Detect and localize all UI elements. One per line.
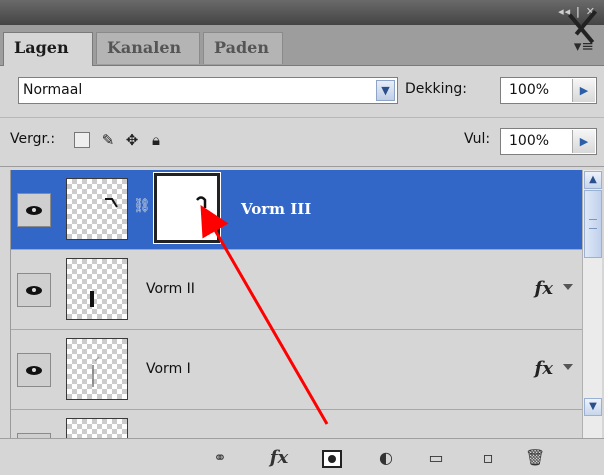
scroll-down-icon[interactable]: ▼ <box>584 398 602 416</box>
fill-field[interactable]: 100% ▶ <box>500 128 597 155</box>
expand-effects-arrow-icon[interactable] <box>563 284 573 290</box>
tab-kanalen[interactable]: Kanalen <box>96 32 200 64</box>
opacity-field[interactable]: 100% ▶ <box>500 77 597 104</box>
vector-mask-thumbnail[interactable] <box>153 172 221 244</box>
expand-effects-arrow-icon[interactable] <box>563 364 573 370</box>
delete-layer-icon[interactable]: 🗑︎ <box>525 448 545 468</box>
tab-lagen[interactable]: Lagen <box>3 32 93 66</box>
lock-position-icon[interactable]: ✥ <box>124 132 140 148</box>
layer-name[interactable]: Vorm II <box>146 281 195 297</box>
visibility-eye-icon[interactable] <box>17 273 51 307</box>
layer-thumbnail[interactable] <box>66 178 128 240</box>
layer-row-vorm-iii[interactable]: ⛓ Vorm III <box>11 170 583 250</box>
opacity-value: 100% <box>509 82 550 98</box>
add-layer-style-icon[interactable]: fx <box>265 448 293 468</box>
layer-thumbnail[interactable] <box>66 258 128 320</box>
new-adjustment-layer-icon[interactable]: ◐ <box>375 448 397 468</box>
page-edge <box>604 0 608 475</box>
panel-tabs: Lagen Kanalen Paden ▾≡ <box>0 25 604 66</box>
opacity-label: Dekking: <box>405 81 467 97</box>
layer-thumbnail[interactable] <box>66 418 128 438</box>
new-layer-icon[interactable]: ▫ <box>478 448 498 468</box>
lock-all-icon[interactable]: 🔒︎ <box>148 132 164 148</box>
lock-image-pixels-icon[interactable]: ✎ <box>100 132 116 148</box>
new-group-icon[interactable]: ▭ <box>425 448 447 468</box>
scrollbar-thumb[interactable] <box>584 190 602 258</box>
panel-titlebar: ◂◂ | ✕ <box>0 0 604 25</box>
add-layer-mask-icon[interactable] <box>322 450 342 468</box>
layer-row-vorm-ii[interactable]: Vorm II fx <box>11 250 583 330</box>
layers-bottom-toolbar: ⚭ fx ◐ ▭ ▫ 🗑︎ <box>0 438 604 475</box>
visibility-eye-icon[interactable] <box>17 193 51 227</box>
blend-opacity-row: Normaal ▼ Dekking: 100% ▶ <box>0 66 604 116</box>
layers-list: ⛓ Vorm III Vorm II fx Vorm I fx <box>10 170 583 438</box>
layers-scrollbar[interactable]: ▲ ▼ <box>582 170 602 438</box>
chevron-down-icon[interactable]: ▼ <box>376 80 395 101</box>
panel-menu-icon[interactable]: ▾≡ <box>574 37 594 55</box>
fill-slider-arrow-icon[interactable]: ▶ <box>572 130 595 153</box>
layer-thumbnail[interactable] <box>66 338 128 400</box>
layers-panel: ◂◂ | ✕ Lagen Kanalen Paden ▾≡ Normaal ▼ … <box>0 0 604 475</box>
scroll-up-icon[interactable]: ▲ <box>584 171 602 189</box>
fill-label: Vul: <box>464 131 491 147</box>
layer-effects-icon[interactable]: fx <box>535 278 553 299</box>
blend-mode-select[interactable]: Normaal ▼ <box>18 77 398 104</box>
lock-label: Vergr.: <box>10 131 56 147</box>
visibility-eye-icon[interactable] <box>17 353 51 387</box>
layer-name[interactable]: Vorm I <box>146 361 191 377</box>
layer-row-partial[interactable]: fx <box>11 410 583 438</box>
fill-value: 100% <box>509 133 550 149</box>
opacity-slider-arrow-icon[interactable]: ▶ <box>572 79 595 102</box>
layer-effects-icon[interactable]: fx <box>535 358 553 379</box>
tab-paden[interactable]: Paden <box>203 32 283 64</box>
layer-name[interactable]: Vorm III <box>241 200 311 218</box>
lock-fill-row: Vergr.: ✎ ✥ 🔒︎ Vul: 100% ▶ <box>0 117 604 167</box>
blend-mode-value: Normaal <box>23 82 83 98</box>
layer-row-vorm-i[interactable]: Vorm I fx <box>11 330 583 410</box>
lock-transparent-pixels-icon[interactable] <box>74 132 90 148</box>
link-layers-icon[interactable]: ⚭ <box>208 448 232 468</box>
panel-window-controls[interactable]: ◂◂ | ✕ <box>558 5 596 18</box>
mask-link-icon[interactable]: ⛓ <box>133 198 151 214</box>
